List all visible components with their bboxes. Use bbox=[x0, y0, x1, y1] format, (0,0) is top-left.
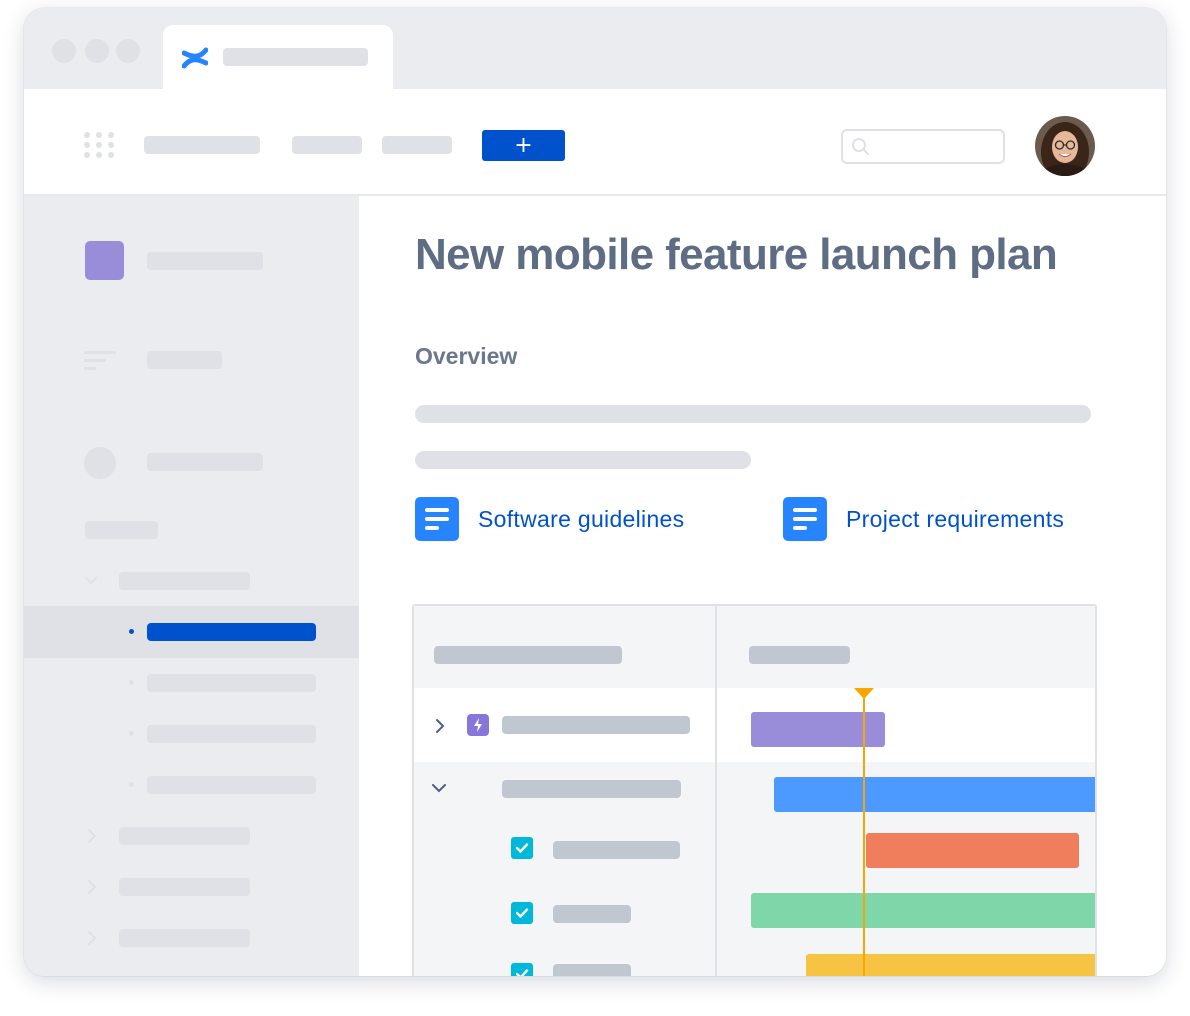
bullet-icon bbox=[129, 731, 134, 736]
column-divider bbox=[715, 606, 717, 976]
checkbox-checked-icon[interactable] bbox=[511, 837, 533, 859]
nav-item-spaces[interactable] bbox=[292, 136, 362, 154]
gantt-bar-task-3[interactable] bbox=[806, 954, 1095, 976]
sidebar-item-blog[interactable] bbox=[147, 453, 263, 471]
overview-lines-icon bbox=[84, 351, 116, 370]
sidebar-tree-collapsed[interactable] bbox=[119, 827, 250, 845]
browser-tab[interactable] bbox=[163, 25, 393, 89]
sidebar-tree-child[interactable] bbox=[147, 776, 316, 794]
sidebar bbox=[24, 196, 359, 976]
timeline-header bbox=[414, 606, 1095, 688]
chevron-down-icon[interactable] bbox=[431, 782, 447, 794]
link-project-requirements[interactable]: Project requirements bbox=[783, 497, 1064, 541]
sidebar-section-heading bbox=[85, 521, 158, 539]
window-close-dot[interactable] bbox=[52, 39, 76, 63]
nav-item-home[interactable] bbox=[144, 136, 260, 154]
sidebar-item-selected[interactable] bbox=[24, 606, 359, 658]
user-avatar[interactable] bbox=[1035, 116, 1095, 176]
create-button[interactable]: + bbox=[482, 130, 565, 161]
chevron-right-icon[interactable] bbox=[86, 828, 98, 844]
task-title-placeholder bbox=[553, 905, 631, 923]
selected-page-placeholder bbox=[147, 623, 316, 641]
space-icon[interactable] bbox=[85, 241, 124, 280]
confluence-logo-icon bbox=[182, 47, 208, 69]
blog-icon bbox=[84, 447, 116, 479]
browser-window: + New mobile feature launch plan Overvie… bbox=[24, 8, 1166, 976]
sidebar-tree-child[interactable] bbox=[147, 725, 316, 743]
timeline-table bbox=[412, 604, 1097, 976]
today-marker[interactable] bbox=[863, 690, 865, 976]
create-button-label: + bbox=[514, 133, 533, 158]
sidebar-tree-collapsed[interactable] bbox=[119, 929, 250, 947]
epic-title-placeholder bbox=[502, 716, 690, 734]
bullet-icon bbox=[129, 782, 134, 787]
task-title-placeholder bbox=[553, 841, 680, 859]
overview-heading: Overview bbox=[415, 343, 518, 369]
bullet-icon bbox=[129, 680, 134, 685]
nav-item-people[interactable] bbox=[382, 136, 452, 154]
document-icon bbox=[783, 497, 827, 541]
top-navigation: + bbox=[24, 89, 1166, 196]
document-icon bbox=[415, 497, 459, 541]
page-content: New mobile feature launch plan Overview … bbox=[359, 196, 1166, 976]
chevron-down-icon[interactable] bbox=[84, 574, 98, 588]
gantt-bar-task-1[interactable] bbox=[866, 833, 1079, 868]
window-maximize-dot[interactable] bbox=[116, 39, 140, 63]
page-title: New mobile feature launch plan bbox=[415, 230, 1058, 279]
search-icon bbox=[852, 138, 869, 155]
column-header-timeline bbox=[749, 646, 850, 664]
paragraph-line bbox=[415, 405, 1091, 423]
task-title-placeholder bbox=[553, 964, 631, 976]
link-software-guidelines[interactable]: Software guidelines bbox=[415, 497, 684, 541]
window-minimize-dot[interactable] bbox=[85, 39, 109, 63]
lightning-icon bbox=[467, 714, 489, 736]
search-input[interactable] bbox=[841, 129, 1005, 164]
gantt-bar-group[interactable] bbox=[774, 777, 1095, 812]
checkbox-checked-icon[interactable] bbox=[511, 902, 533, 924]
sidebar-tree-parent[interactable] bbox=[119, 572, 250, 590]
bullet-icon bbox=[129, 629, 134, 634]
sidebar-space-name[interactable] bbox=[147, 252, 263, 270]
sidebar-tree-collapsed[interactable] bbox=[119, 878, 250, 896]
sidebar-tree-child[interactable] bbox=[147, 674, 316, 692]
app-switcher-icon[interactable] bbox=[84, 132, 114, 162]
tab-title-placeholder bbox=[223, 48, 368, 66]
paragraph-line bbox=[415, 451, 751, 469]
browser-titlebar bbox=[24, 8, 1166, 89]
chevron-right-icon[interactable] bbox=[86, 930, 98, 946]
chevron-right-icon[interactable] bbox=[86, 879, 98, 895]
today-marker-arrow-icon bbox=[854, 688, 874, 699]
sidebar-item-overview[interactable] bbox=[147, 351, 222, 369]
checkbox-checked-icon[interactable] bbox=[511, 963, 533, 976]
chevron-right-icon[interactable] bbox=[434, 718, 446, 734]
group-title-placeholder bbox=[502, 780, 681, 798]
gantt-bar-task-2[interactable] bbox=[751, 893, 1095, 928]
link-label: Software guidelines bbox=[478, 505, 685, 532]
column-header-work bbox=[434, 646, 622, 664]
link-label: Project requirements bbox=[846, 505, 1065, 532]
